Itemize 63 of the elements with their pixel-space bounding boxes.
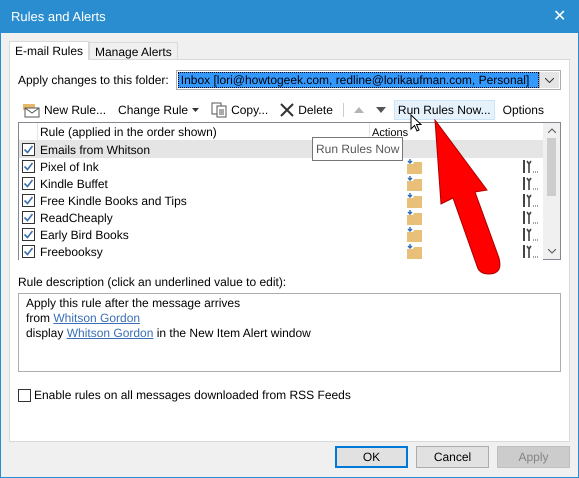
- checkbox[interactable]: [22, 143, 35, 156]
- folder-dropdown[interactable]: Inbox [lori@howtogeek.com, redline@lorikaufman.com, Personal]: [176, 70, 561, 90]
- checkbox[interactable]: [18, 388, 31, 402]
- move-to-folder-icon: [406, 210, 423, 225]
- caret-icon: [192, 108, 200, 112]
- description-text: in the New Item Alert window: [156, 326, 311, 341]
- tab[interactable]: E-mail Rules: [9, 41, 90, 60]
- triangle-down-icon: [376, 107, 386, 113]
- triangle-up-icon: [354, 107, 364, 113]
- rule-name: Early Bird Books: [40, 228, 129, 242]
- tools-icon: [522, 176, 539, 191]
- rule-name: Free Kindle Books and Tips: [40, 194, 187, 208]
- tools-icon: [522, 210, 539, 225]
- move-to-folder-icon: [406, 244, 423, 259]
- copy-icon: [211, 102, 228, 118]
- scrollbar-thumb[interactable]: [547, 138, 556, 196]
- folder-label: Apply changes to this folder:: [18, 72, 169, 89]
- description-label: Rule description (click an underlined value to edit):: [18, 274, 288, 291]
- tools-icon: [522, 159, 539, 174]
- description-text: display: [26, 326, 64, 341]
- checkbox[interactable]: [22, 245, 35, 258]
- rule-name: Freebooksy: [40, 244, 103, 258]
- tools-icon: [522, 227, 539, 242]
- scrollbar[interactable]: [543, 123, 560, 259]
- toolbar-button[interactable]: Change Rule: [114, 100, 204, 120]
- tooltip: Run Rules Now: [312, 137, 404, 161]
- checkbox[interactable]: [22, 194, 35, 207]
- move-to-folder-icon: [406, 159, 423, 174]
- rss-checkbox-label: Enable rules on all messages downloaded from RSS Feeds: [34, 387, 351, 404]
- description-text: from: [26, 311, 51, 326]
- tools-icon: [522, 244, 539, 259]
- rule-name: ReadCheaply: [40, 210, 113, 224]
- close-button[interactable]: ✕: [553, 9, 566, 25]
- move-to-folder-icon: [406, 193, 423, 208]
- checkbox[interactable]: [22, 177, 35, 190]
- rule-name: Emails from Whitson: [40, 142, 150, 156]
- checkbox[interactable]: [22, 211, 35, 224]
- toolbar-button[interactable]: Options: [498, 100, 548, 120]
- dialog-button[interactable]: OK: [335, 446, 408, 468]
- rule-name: Kindle Buffet: [40, 176, 108, 190]
- toolbar-button[interactable]: Delete: [276, 100, 337, 120]
- link[interactable]: Whitson Gordon: [66, 326, 154, 341]
- description-text: Apply this rule after the message arrives: [26, 296, 240, 311]
- checkbox[interactable]: [22, 228, 35, 241]
- chevron-up-icon[interactable]: [548, 128, 556, 133]
- rule-row[interactable]: Freebooksy: [19, 243, 543, 260]
- tab[interactable]: Manage Alerts: [89, 42, 178, 59]
- delete-icon: [280, 103, 294, 117]
- dialog-button[interactable]: Cancel: [416, 446, 489, 468]
- rule-name: Pixel of Ink: [40, 160, 99, 174]
- move-to-folder-icon: [406, 227, 423, 242]
- chevron-down-icon[interactable]: [548, 249, 556, 254]
- link[interactable]: Whitson Gordon: [53, 311, 140, 326]
- toolbar-button[interactable]: Run Rules Now...: [394, 100, 495, 120]
- toolbar-button[interactable]: New Rule...: [18, 100, 110, 120]
- column-header[interactable]: Actions: [372, 127, 408, 139]
- window-title: Rules and Alerts: [11, 8, 106, 26]
- envelope-icon: [22, 102, 40, 118]
- tools-icon: [522, 193, 539, 208]
- move-to-folder-icon: [406, 176, 423, 191]
- chevron-down-icon: [545, 78, 554, 82]
- checkbox[interactable]: [22, 160, 35, 173]
- toolbar-button[interactable]: Copy...: [207, 100, 272, 120]
